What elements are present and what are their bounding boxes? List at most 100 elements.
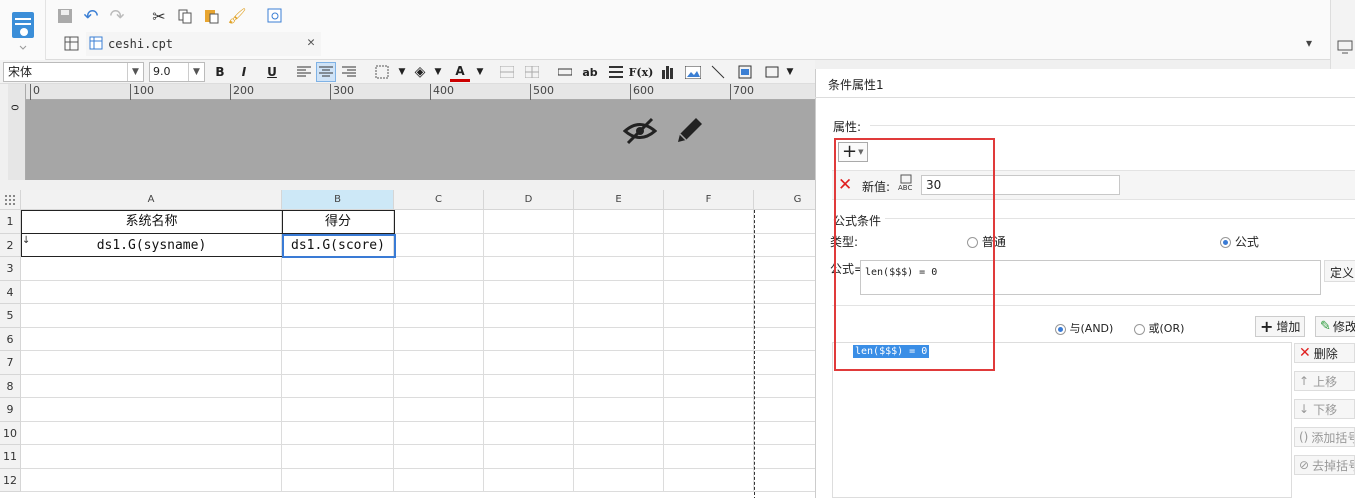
table-cell[interactable] xyxy=(484,351,574,375)
align-center-icon[interactable] xyxy=(316,62,336,82)
font-size-select[interactable]: 9.0 ▼ xyxy=(149,62,205,82)
table-cell[interactable] xyxy=(21,421,282,445)
modify-condition-button[interactable]: ✎ 修改 xyxy=(1315,316,1355,337)
cell-a1[interactable]: 系统名称 xyxy=(21,210,282,233)
table-cell[interactable] xyxy=(574,327,664,351)
table-cell[interactable] xyxy=(282,468,394,492)
table-cell[interactable] xyxy=(754,281,815,304)
table-cell[interactable] xyxy=(484,445,574,469)
subreport-icon[interactable] xyxy=(735,62,755,82)
and-radio[interactable]: 与(AND) xyxy=(1055,320,1113,336)
image-icon[interactable] xyxy=(683,62,703,82)
border-icon[interactable] xyxy=(372,62,392,82)
dock-icon[interactable] xyxy=(1337,40,1353,57)
table-cell[interactable] xyxy=(282,351,394,375)
preview-icon[interactable] xyxy=(265,6,285,26)
row-header-11[interactable]: 11 xyxy=(0,445,21,469)
column-header-f[interactable]: F xyxy=(664,190,754,210)
undo-icon[interactable]: ↶ xyxy=(81,6,101,27)
table-cell[interactable] xyxy=(574,280,664,304)
table-cell[interactable] xyxy=(484,280,574,304)
table-cell[interactable] xyxy=(664,374,754,398)
formula-icon[interactable]: F(x) xyxy=(629,62,654,82)
table-cell[interactable] xyxy=(664,421,754,445)
table-cell[interactable] xyxy=(484,210,574,234)
table-cell[interactable] xyxy=(484,304,574,328)
table-cell[interactable] xyxy=(394,398,484,422)
table-cell[interactable] xyxy=(664,468,754,492)
table-cell[interactable] xyxy=(394,327,484,351)
table-cell[interactable] xyxy=(664,351,754,375)
table-cell[interactable] xyxy=(282,398,394,422)
app-menu-button[interactable] xyxy=(0,0,46,60)
table-cell[interactable] xyxy=(394,257,484,281)
table-cell[interactable] xyxy=(21,445,282,469)
table-cell[interactable] xyxy=(574,257,664,281)
row-header-9[interactable]: 9 xyxy=(0,398,21,422)
column-header-e[interactable]: E xyxy=(574,190,664,210)
define-button[interactable]: 定义 xyxy=(1324,260,1355,282)
table-cell[interactable] xyxy=(394,304,484,328)
table-cell[interactable] xyxy=(484,468,574,492)
column-header-c[interactable]: C xyxy=(394,190,484,210)
copy-icon[interactable] xyxy=(175,6,195,26)
table-cell[interactable] xyxy=(394,233,484,257)
table-cell[interactable] xyxy=(484,398,574,422)
table-cell[interactable] xyxy=(574,468,664,492)
frame-icon[interactable] xyxy=(762,62,782,82)
table-cell[interactable] xyxy=(484,374,574,398)
underline-button[interactable]: U xyxy=(262,62,282,82)
table-cell[interactable] xyxy=(574,374,664,398)
row-header-5[interactable]: 5 xyxy=(0,304,21,328)
table-cell[interactable] xyxy=(484,421,574,445)
table-cell[interactable] xyxy=(664,304,754,328)
chevron-down-icon[interactable]: ▼ xyxy=(470,62,490,82)
table-cell[interactable] xyxy=(394,445,484,469)
table-cell[interactable] xyxy=(664,210,754,234)
remove-bracket-button[interactable]: ⊘ 去掉括号 xyxy=(1294,455,1355,475)
cell-b2[interactable]: ds1.G(score) xyxy=(282,234,394,257)
row-header-3[interactable]: 3 xyxy=(0,257,21,281)
italic-button[interactable]: I xyxy=(234,62,254,82)
table-cell[interactable] xyxy=(394,421,484,445)
add-condition-button[interactable]: + 增加 xyxy=(1255,316,1305,337)
delete-button[interactable]: ✕ 删除 xyxy=(1294,343,1355,363)
align-right-icon[interactable] xyxy=(339,62,359,82)
table-cell[interactable] xyxy=(754,375,815,398)
table-cell[interactable] xyxy=(484,257,574,281)
table-cell[interactable] xyxy=(282,257,394,281)
tab-menu-icon[interactable]: ▾ xyxy=(1306,36,1312,50)
add-bracket-button[interactable]: () 添加括号 xyxy=(1294,427,1355,447)
move-up-button[interactable]: ↑ 上移 xyxy=(1294,371,1355,391)
column-header-a[interactable]: A xyxy=(21,190,282,210)
slash-icon[interactable] xyxy=(708,62,728,82)
table-cell[interactable] xyxy=(664,327,754,351)
row-header-10[interactable]: 10 xyxy=(0,421,21,445)
row-header-12[interactable]: 12 xyxy=(0,468,21,492)
table-cell[interactable] xyxy=(394,468,484,492)
paste-icon[interactable] xyxy=(201,6,221,26)
table-cell[interactable] xyxy=(21,398,282,422)
row-header-2[interactable]: 2 xyxy=(0,233,21,257)
table-cell[interactable] xyxy=(394,351,484,375)
save-icon[interactable] xyxy=(55,6,75,26)
table-cell[interactable] xyxy=(282,374,394,398)
table-cell[interactable] xyxy=(574,421,664,445)
table-cell[interactable] xyxy=(664,398,754,422)
table-cell[interactable] xyxy=(754,304,815,328)
table-cell[interactable] xyxy=(754,398,815,422)
table-cell[interactable] xyxy=(754,445,815,469)
format-painter-icon[interactable]: 🖌 xyxy=(227,6,247,26)
row-header-1[interactable]: 1 xyxy=(0,210,21,234)
table-cell[interactable] xyxy=(754,469,815,492)
grid-view-icon[interactable] xyxy=(64,36,80,55)
table-cell[interactable] xyxy=(664,280,754,304)
paragraph-icon[interactable] xyxy=(606,62,626,82)
column-header-d[interactable]: D xyxy=(484,190,574,210)
table-cell[interactable] xyxy=(754,210,815,234)
text-wrap-icon[interactable]: ab xyxy=(580,62,600,82)
table-cell[interactable] xyxy=(754,328,815,351)
insert-row-icon[interactable] xyxy=(555,62,575,82)
select-all-corner[interactable] xyxy=(0,190,21,210)
table-cell[interactable] xyxy=(754,351,815,375)
